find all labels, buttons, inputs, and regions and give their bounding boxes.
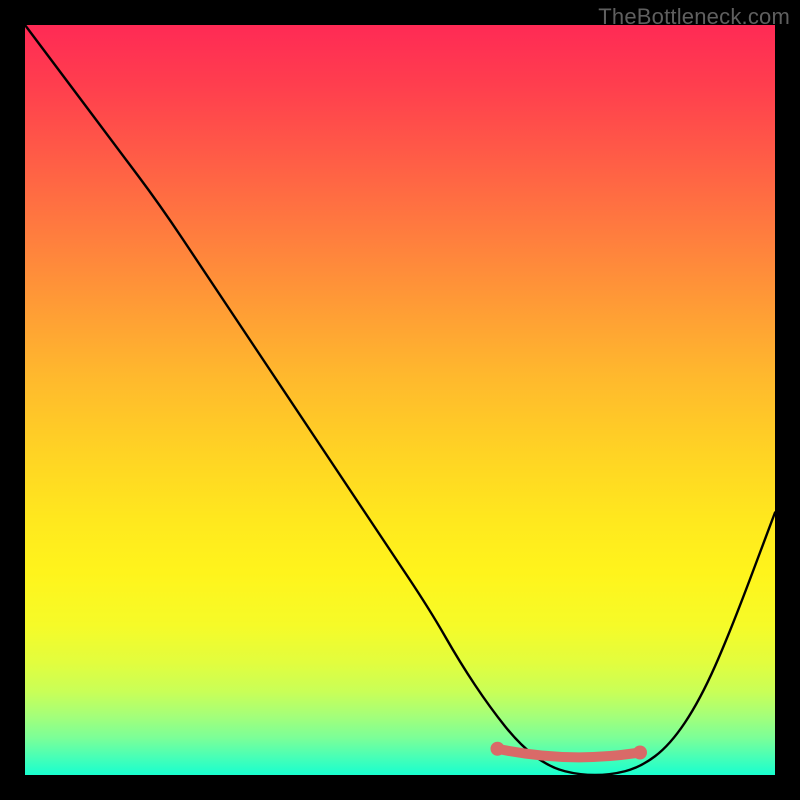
marker-left-icon <box>491 742 505 756</box>
chart-plot-area <box>25 25 775 775</box>
bottleneck-curve-svg <box>25 25 775 775</box>
bottleneck-curve-path <box>25 25 775 775</box>
marker-right-icon <box>633 746 647 760</box>
flat-region-highlight <box>498 749 641 758</box>
chart-frame: TheBottleneck.com <box>0 0 800 800</box>
watermark-text: TheBottleneck.com <box>598 4 790 30</box>
